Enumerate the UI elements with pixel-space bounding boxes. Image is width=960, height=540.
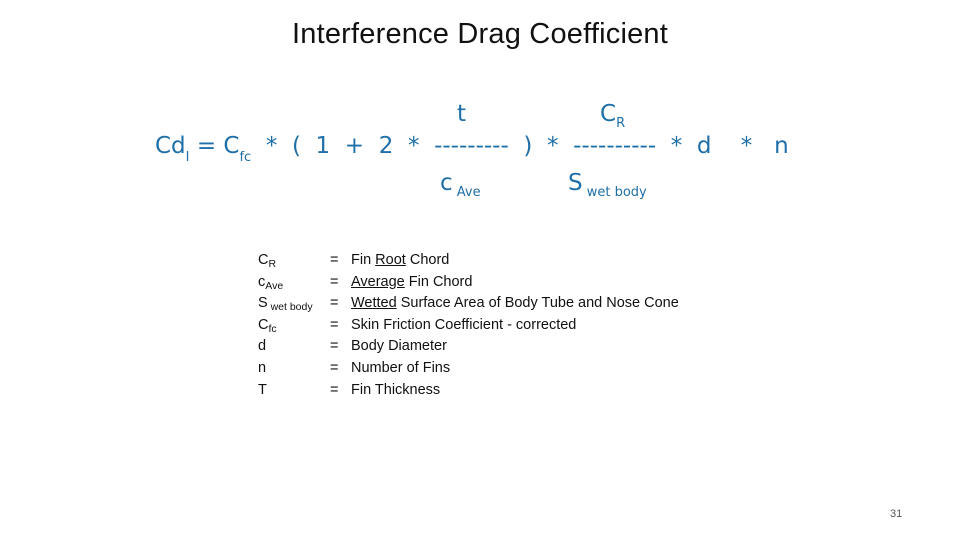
description-underlined: Average: [351, 273, 405, 290]
formula-cfc-subscript: fc: [239, 150, 252, 165]
definition-symbol: n: [258, 358, 313, 380]
definition-description: Skin Friction Coefficient - corrected: [351, 316, 577, 333]
formula-cr-subscript: R: [616, 116, 626, 131]
formula-main-line: CdI = Cfc * ( 1 + 2 * --------- ) * ----…: [155, 133, 789, 165]
equals-sign: =: [330, 381, 339, 398]
symbol-text: C: [258, 252, 269, 268]
definition-symbol: T: [258, 380, 313, 402]
equals-sign: =: [330, 338, 339, 355]
definition-symbol: S wet body: [258, 293, 313, 315]
description-text: Fin: [351, 252, 376, 268]
description-text: Surface Area of Body Tube and Nose Cone: [396, 295, 679, 312]
formula-part3: * d * n: [656, 133, 789, 159]
formula-fraction-bar-2: ----------: [573, 133, 657, 159]
equals-sign: =: [330, 252, 339, 268]
symbol-subscript: fc: [268, 322, 277, 335]
definition-description: Number of Fins: [351, 359, 451, 376]
symbol-text: S: [258, 295, 268, 312]
formula-denominator-swet: S wet body: [568, 170, 647, 200]
equals-sign: =: [330, 273, 339, 290]
symbol-text: d: [258, 338, 267, 355]
formula-cr-symbol: C: [600, 101, 617, 127]
formula-numerator-t: t: [457, 101, 467, 127]
formula-lhs-subscript: I: [185, 150, 190, 165]
equals-sign: =: [330, 295, 339, 312]
formula-part1: * ( 1 + 2 *: [251, 133, 435, 159]
symbol-subscript: wet body: [267, 301, 313, 314]
description-underlined: Root: [375, 252, 406, 268]
definition-description: Fin Root Chord: [351, 250, 679, 272]
slide-title: Interference Drag Coefficient: [291, 18, 669, 50]
description-text: Chord: [405, 252, 450, 268]
definition-symbol: cAve: [258, 272, 313, 294]
definition-symbol: CR: [258, 250, 313, 272]
formula-denominator-cave: c Ave: [440, 170, 481, 200]
formula-swet-subscript: wet body: [582, 185, 647, 200]
description-underlined: Wetted: [351, 295, 397, 312]
definition-symbol: d: [258, 336, 313, 358]
description-text: Fin Chord: [404, 273, 473, 290]
definition-equals-column: = = = = = = =: [330, 250, 338, 401]
definition-description: Fin Thickness: [351, 381, 441, 398]
definition-description: Wetted Surface Area of Body Tube and Nos…: [351, 293, 679, 315]
formula-fraction-bar-1: ---------: [434, 133, 509, 159]
formula-swet-symbol: S: [568, 170, 583, 196]
definition-symbols: CR cAve S wet body Cfc d n T: [258, 250, 313, 401]
definition-descriptions: Fin Root Chord Average Fin Chord Wetted …: [351, 250, 679, 401]
symbol-subscript: R: [268, 258, 277, 270]
symbol-text: C: [258, 316, 269, 333]
formula-part2: ) *: [508, 133, 574, 159]
equals-sign: =: [330, 316, 339, 333]
page-number: 31: [890, 508, 903, 520]
formula-equals-cfc: = C: [189, 133, 240, 159]
definition-description: Average Fin Chord: [351, 272, 679, 294]
definition-symbol: Cfc: [258, 315, 313, 337]
formula-lhs: Cd: [155, 133, 186, 159]
equals-sign: =: [330, 359, 339, 376]
formula-cave-subscript: Ave: [452, 185, 481, 200]
symbol-text: n: [258, 359, 267, 376]
symbol-text: T: [258, 381, 267, 398]
formula-cave-symbol: c: [440, 170, 453, 196]
definition-description: Body Diameter: [351, 338, 447, 355]
symbol-subscript: Ave: [265, 279, 284, 292]
formula-numerator-cr: CR: [600, 101, 625, 131]
